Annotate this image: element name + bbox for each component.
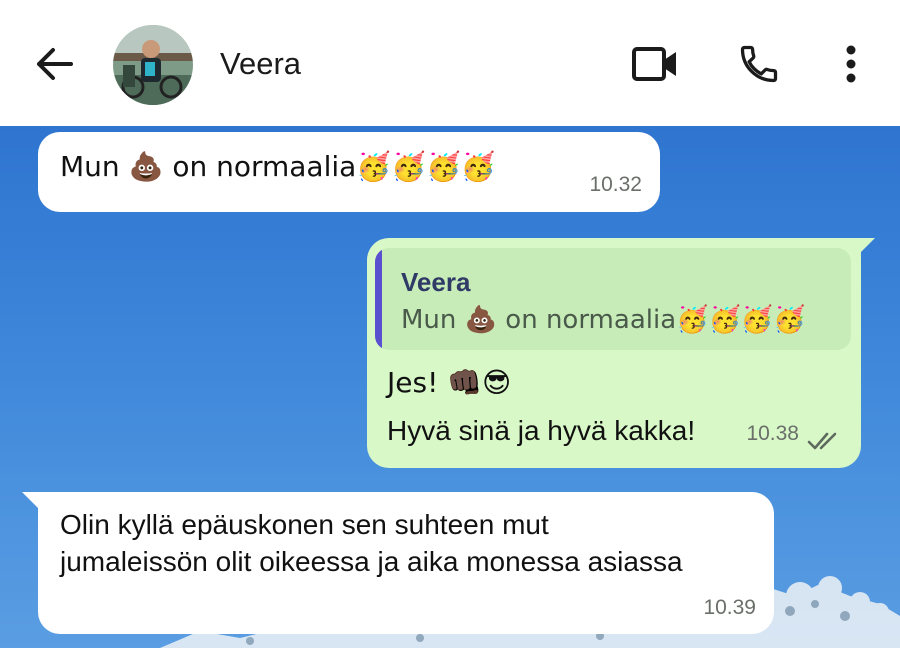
message-time: 10.38 bbox=[746, 422, 799, 445]
arrow-left-icon bbox=[37, 48, 73, 80]
quote-bar bbox=[375, 248, 382, 350]
message-text: Mun 💩 on normaalia🥳🥳🥳🥳 bbox=[60, 150, 496, 183]
message-text: Olin kyllä epäuskonen sen suhteen mut ju… bbox=[60, 509, 683, 577]
avatar[interactable] bbox=[113, 25, 193, 105]
bubble-tail bbox=[859, 238, 875, 254]
video-camera-icon bbox=[632, 47, 676, 81]
phone-icon bbox=[740, 45, 778, 83]
video-call-button[interactable] bbox=[626, 38, 684, 90]
contact-name[interactable]: Veera bbox=[220, 45, 301, 83]
message-bubble-outgoing[interactable]: Veera Mun 💩 on normaalia🥳🥳🥳🥳 Jes! 👊🏿😎 Hy… bbox=[367, 238, 875, 468]
message-text-line: Jes! 👊🏿😎 bbox=[387, 366, 512, 399]
message-text-line: Hyvä sinä ja hyvä kakka! bbox=[387, 415, 696, 446]
message-bubble-incoming[interactable]: Mun 💩 on normaalia🥳🥳🥳🥳 10.32 bbox=[38, 132, 660, 212]
quote-text: Mun 💩 on normaalia🥳🥳🥳🥳 bbox=[401, 305, 806, 335]
more-options-button[interactable] bbox=[833, 38, 869, 90]
message-time: 10.39 bbox=[703, 596, 756, 619]
message-time: 10.32 bbox=[589, 173, 642, 196]
message-bubble-incoming[interactable]: Olin kyllä epäuskonen sen suhteen mut ju… bbox=[22, 492, 774, 634]
reply-quote[interactable]: Veera Mun 💩 on normaalia🥳🥳🥳🥳 bbox=[375, 248, 851, 350]
voice-call-button[interactable] bbox=[733, 38, 785, 90]
double-check-icon bbox=[807, 432, 837, 450]
back-button[interactable] bbox=[28, 40, 78, 88]
bubble-tail bbox=[22, 492, 38, 508]
chat-area[interactable]: Mun 💩 on normaalia🥳🥳🥳🥳 10.32 Veera Mun 💩… bbox=[0, 126, 900, 648]
quote-author: Veera bbox=[401, 267, 471, 297]
more-vert-icon bbox=[846, 45, 856, 83]
chat-header: Veera bbox=[0, 0, 900, 126]
